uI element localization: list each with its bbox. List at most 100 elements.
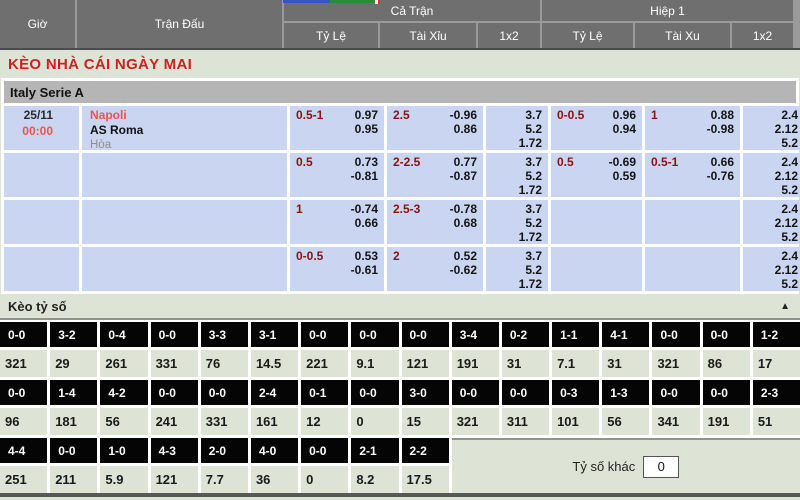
score-value-cell: 101	[552, 408, 599, 435]
score-cell[interactable]: 3-4	[452, 322, 499, 347]
score-cell[interactable]: 2-2	[402, 438, 449, 463]
score-cell[interactable]: 0-0	[301, 438, 348, 463]
header-h1-1x2: 1x2	[732, 23, 793, 48]
score-cell[interactable]: 0-0	[0, 322, 47, 347]
score-cell[interactable]: 0-1	[301, 380, 348, 405]
ft-overunder-cell-line: 2-2.5	[393, 155, 420, 195]
score-cell[interactable]: 0-0	[652, 322, 699, 347]
odds-value: 3.7	[492, 109, 542, 123]
ft-overunder-cell-line: 2.5	[393, 108, 410, 148]
h1-1x2-cell[interactable]: 2.42.125.2	[743, 200, 800, 244]
h1-handicap-cell[interactable]: 0.5-0.690.59	[551, 153, 642, 197]
score-cell[interactable]: 3-0	[402, 380, 449, 405]
score-cell[interactable]: 2-1	[351, 438, 398, 463]
score-cell[interactable]: 0-0	[351, 322, 398, 347]
score-cell[interactable]: 0-0	[402, 322, 449, 347]
score-cell[interactable]: 4-0	[251, 438, 298, 463]
score-value-cell: 321	[452, 408, 499, 435]
ft-1x2-cell[interactable]: 3.75.21.72	[486, 106, 548, 150]
collapse-arrow-icon[interactable]: ▲	[780, 301, 790, 312]
odds-row: 1-0.740.662.5-3-0.780.683.75.21.722.42.1…	[4, 200, 796, 244]
score-cell[interactable]: 4-2	[100, 380, 147, 405]
score-cell[interactable]: 0-0	[201, 380, 248, 405]
ft-handicap-cell[interactable]: 0.50.73-0.81	[290, 153, 384, 197]
odds-value: 2.4	[749, 156, 798, 170]
score-cell[interactable]: 1-2	[753, 322, 800, 347]
score-cell[interactable]: 0-0	[0, 380, 47, 405]
score-cell[interactable]: 0-2	[502, 322, 549, 347]
odds-value: 0.86	[450, 122, 477, 136]
score-cell[interactable]: 4-4	[0, 438, 47, 463]
ft-overunder-cell[interactable]: 2.5 -0.960.86	[387, 106, 483, 150]
odds-value: -0.62	[450, 263, 477, 277]
ft-overunder-cell-odds: -0.960.86	[450, 108, 477, 148]
ft-1x2-cell[interactable]: 3.75.21.72	[486, 247, 548, 291]
ft-overunder-cell[interactable]: 20.52-0.62	[387, 247, 483, 291]
odds-value: 5.2	[749, 231, 798, 244]
score-cell[interactable]: 3-2	[50, 322, 97, 347]
ft-handicap-cell-line: 0.5	[296, 155, 313, 195]
odds-value: 1.72	[492, 184, 542, 197]
score-cell[interactable]: 0-0	[351, 380, 398, 405]
score-value-cell: 7.1	[552, 350, 599, 377]
ft-handicap-cell[interactable]: 0-0.50.53-0.61	[290, 247, 384, 291]
score-cell[interactable]: 3-3	[201, 322, 248, 347]
home-team-label[interactable]: Napoli	[90, 108, 281, 123]
time-cell	[4, 247, 79, 291]
odds-value: -0.74	[351, 202, 378, 216]
score-cell[interactable]: 0-0	[502, 380, 549, 405]
h1-1x2-cell[interactable]: 2.42.125.2	[743, 106, 800, 150]
ft-1x2-cell[interactable]: 3.75.21.72	[486, 153, 548, 197]
other-score-box[interactable]: 0	[643, 456, 679, 478]
score-cell[interactable]: 2-4	[251, 380, 298, 405]
score-cell[interactable]: 2-0	[201, 438, 248, 463]
h1-1x2-cell[interactable]: 2.42.125.2	[743, 153, 800, 197]
odds-row: 0-0.50.53-0.6120.52-0.623.75.21.722.42.1…	[4, 247, 796, 291]
score-value-cell: 261	[100, 350, 147, 377]
header-ft-handicap: Tỷ Lệ	[284, 23, 378, 48]
h1-overunder-cell[interactable]	[645, 247, 740, 291]
score-cell[interactable]: 4-3	[151, 438, 198, 463]
score-cell[interactable]: 4-1	[602, 322, 649, 347]
score-cell[interactable]: 0-0	[452, 380, 499, 405]
ft-overunder-cell[interactable]: 2.5-3-0.780.68	[387, 200, 483, 244]
odds-value: 0.96	[613, 108, 636, 122]
h1-overunder-cell-line: 1	[651, 108, 658, 148]
score-cell[interactable]: 1-0	[100, 438, 147, 463]
h1-handicap-cell[interactable]	[551, 200, 642, 244]
score-cell[interactable]: 0-0	[703, 380, 750, 405]
odds-value: 0.97	[355, 108, 378, 122]
score-cell[interactable]: 0-0	[50, 438, 97, 463]
score-cell[interactable]: 0-3	[552, 380, 599, 405]
score-cell[interactable]: 0-0	[703, 322, 750, 347]
score-cell[interactable]: 1-4	[50, 380, 97, 405]
ft-1x2-cell[interactable]: 3.75.21.72	[486, 200, 548, 244]
score-cell[interactable]: 0-0	[301, 322, 348, 347]
h1-handicap-cell[interactable]: 0-0.50.960.94	[551, 106, 642, 150]
h1-handicap-cell[interactable]	[551, 247, 642, 291]
ft-overunder-cell-odds: 0.52-0.62	[450, 249, 477, 289]
score-section-header[interactable]: Kèo tỷ số ▲	[0, 294, 800, 320]
score-cell[interactable]: 0-4	[100, 322, 147, 347]
score-grid: 0-03-20-40-03-33-10-00-00-03-40-21-14-10…	[0, 320, 800, 493]
ft-overunder-cell[interactable]: 2-2.50.77-0.87	[387, 153, 483, 197]
score-group: 0-01-44-20-00-02-40-10-03-00-00-00-31-30…	[0, 380, 800, 435]
score-cell[interactable]: 3-1	[251, 322, 298, 347]
page-title: KÈO NHÀ CÁI NGÀY MAI	[0, 50, 800, 78]
away-team-label[interactable]: AS Roma	[90, 123, 281, 138]
score-cell[interactable]: 0-0	[652, 380, 699, 405]
odds-value: 0.66	[351, 216, 378, 230]
h1-overunder-cell[interactable]	[645, 200, 740, 244]
score-cell[interactable]: 1-1	[552, 322, 599, 347]
score-value-cell: 29	[50, 350, 97, 377]
score-cell[interactable]: 0-0	[151, 322, 198, 347]
h1-overunder-cell[interactable]: 10.88-0.98	[645, 106, 740, 150]
score-value-cell: 31	[502, 350, 549, 377]
score-cell[interactable]: 1-3	[602, 380, 649, 405]
h1-overunder-cell[interactable]: 0.5-10.66-0.76	[645, 153, 740, 197]
score-cell[interactable]: 0-0	[151, 380, 198, 405]
score-cell[interactable]: 2-3	[753, 380, 800, 405]
ft-handicap-cell[interactable]: 0.5-10.970.95	[290, 106, 384, 150]
h1-1x2-cell[interactable]: 2.42.125.2	[743, 247, 800, 291]
ft-handicap-cell[interactable]: 1-0.740.66	[290, 200, 384, 244]
